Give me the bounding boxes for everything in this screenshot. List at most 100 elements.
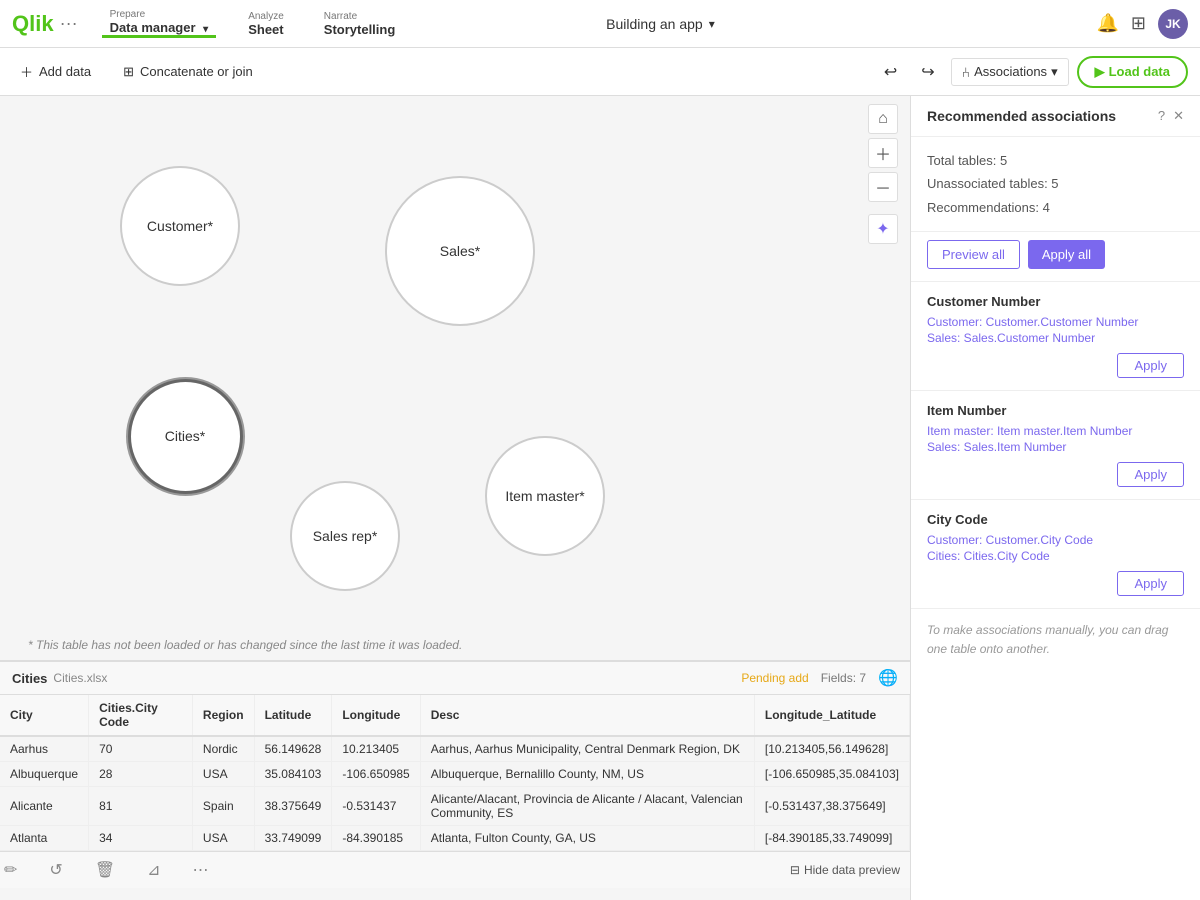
user-avatar[interactable]: JK — [1158, 9, 1188, 39]
apply-all-button[interactable]: Apply all — [1028, 240, 1105, 269]
associations-icon: ⑃ — [962, 64, 970, 80]
table-cell-col4: -0.531437 — [332, 787, 420, 826]
nav-analyze-main: Sheet — [248, 22, 284, 37]
table-cell-col4: -106.650985 — [332, 762, 420, 787]
hide-data-icon: ⊟ — [790, 863, 800, 877]
nav-analyze[interactable]: Analyze Sheet — [240, 11, 292, 37]
notification-icon[interactable]: 🔔 — [1096, 13, 1118, 34]
table-cell-col3: 38.375649 — [254, 787, 332, 826]
nav-prepare[interactable]: Prepare Data manager ▾ — [102, 9, 217, 38]
panel-stats: Total tables: 5 Unassociated tables: 5 R… — [911, 137, 1200, 232]
nav-right-icons: 🔔 ⊞ JK — [1096, 9, 1188, 39]
table-cell-col2: USA — [192, 826, 254, 851]
nav-narrate-main: Storytelling — [324, 22, 396, 37]
table-cell-col4: -84.390185 — [332, 826, 420, 851]
table-cell-col2: Nordic — [192, 736, 254, 762]
table-cell-col1: 81 — [89, 787, 193, 826]
refresh-icon[interactable]: ↺ — [45, 856, 66, 884]
filter-icon[interactable]: ⊿ — [143, 856, 164, 884]
associations-button[interactable]: ⑃ Associations ▾ — [951, 58, 1069, 86]
rec-title-rec1: Customer Number — [927, 294, 1184, 309]
col-longitude: Longitude — [332, 695, 420, 736]
pending-add-label: Pending add — [741, 671, 808, 685]
unassociated-tables-stat: Unassociated tables: 5 — [927, 172, 1184, 195]
bubble-cities[interactable]: Cities* — [128, 379, 243, 494]
right-panel: Recommended associations ? ✕ Total table… — [910, 96, 1200, 900]
load-data-button[interactable]: ▶ Load data — [1077, 56, 1188, 88]
main-toolbar: ＋ Add data ⊞ Concatenate or join ↩ ↪ ⑃ A… — [0, 48, 1200, 96]
zoom-controls: ⌂ ＋ － ✦ — [868, 104, 898, 244]
rec-card-rec2: Item Number Item master: Item master.Ite… — [911, 391, 1200, 500]
bubble-customer[interactable]: Customer* — [120, 166, 240, 286]
total-tables-stat: Total tables: 5 — [927, 149, 1184, 172]
table-cell-col0: Aarhus — [0, 736, 89, 762]
nav-narrate-sub: Narrate — [324, 11, 396, 22]
redo-button[interactable]: ↪ — [913, 58, 942, 86]
nav-prepare-sub: Prepare — [110, 9, 209, 20]
apply-button-rec1[interactable]: Apply — [1117, 353, 1184, 378]
table-cell-col0: Alicante — [0, 787, 89, 826]
rec-detail1-rec2: Item master: Item master.Item Number — [927, 424, 1184, 438]
canvas-section: Customer* Sales* Cities* Item master* Sales … — [0, 96, 910, 660]
col-latitude: Latitude — [254, 695, 332, 736]
cities-table: City Cities.City Code Region Latitude Lo… — [0, 695, 910, 851]
table-row[interactable]: Albuquerque28USA35.084103-106.650985Albu… — [0, 762, 910, 787]
bubble-sales-rep[interactable]: Sales rep* — [290, 481, 400, 591]
globe-icon[interactable]: 🌐 — [878, 668, 898, 688]
delete-icon[interactable]: 🗑 — [91, 856, 119, 884]
table-cell-col6: [-0.531437,38.375649] — [754, 787, 909, 826]
data-table-right-info: Pending add Fields: 7 🌐 — [741, 668, 898, 688]
concatenate-join-button[interactable]: ⊞ Concatenate or join — [115, 60, 261, 84]
grid-icon[interactable]: ⊞ — [1131, 13, 1146, 34]
add-data-button[interactable]: ＋ Add data — [12, 58, 99, 85]
table-cell-col3: 33.749099 — [254, 826, 332, 851]
rec-title-rec3: City Code — [927, 512, 1184, 527]
table-cell-col2: Spain — [192, 787, 254, 826]
more-options-icon[interactable]: ⋯ — [189, 856, 213, 884]
top-navigation: Qlik ··· Prepare Data manager ▾ Analyze … — [0, 0, 1200, 48]
apply-button-rec2[interactable]: Apply — [1117, 462, 1184, 487]
nav-prepare-main: Data manager ▾ — [110, 20, 209, 35]
rec-card-rec1: Customer Number Customer: Customer.Custo… — [911, 282, 1200, 391]
table-cell-col5: Albuquerque, Bernalillo County, NM, US — [420, 762, 754, 787]
bubble-sales[interactable]: Sales* — [385, 176, 535, 326]
table-cell-col5: Aarhus, Aarhus Municipality, Central Den… — [420, 736, 754, 762]
table-cell-col2: USA — [192, 762, 254, 787]
magic-wand-button[interactable]: ✦ — [868, 214, 898, 244]
table-cell-col0: Albuquerque — [0, 762, 89, 787]
canvas-bubbles-area: Customer* Sales* Cities* Item master* Sales … — [0, 96, 910, 660]
zoom-in-button[interactable]: ＋ — [868, 138, 898, 168]
table-row[interactable]: Aarhus70Nordic56.14962810.213405Aarhus, … — [0, 736, 910, 762]
edit-pencil-icon[interactable]: ✏ — [0, 856, 21, 884]
col-region: Region — [192, 695, 254, 736]
table-cell-col5: Alicante/Alacant, Provincia de Alicante … — [420, 787, 754, 826]
concatenate-icon: ⊞ — [123, 64, 134, 80]
col-city-code: Cities.City Code — [89, 695, 193, 736]
table-row[interactable]: Atlanta34USA33.749099-84.390185Atlanta, … — [0, 826, 910, 851]
rec-detail2-rec3: Cities: Cities.City Code — [927, 549, 1184, 563]
qlik-menu-dots[interactable]: ··· — [60, 13, 78, 34]
bubble-item-master[interactable]: Item master* — [485, 436, 605, 556]
close-panel-icon[interactable]: ✕ — [1173, 108, 1184, 124]
undo-button[interactable]: ↩ — [876, 58, 905, 86]
data-table-scroll[interactable]: City Cities.City Code Region Latitude Lo… — [0, 695, 910, 851]
hide-data-preview-button[interactable]: ⊟ Hide data preview — [780, 859, 910, 881]
qlik-logo-text: Qlik — [12, 11, 54, 37]
help-icon[interactable]: ? — [1158, 108, 1165, 124]
rec-detail1-rec1: Customer: Customer.Customer Number — [927, 315, 1184, 329]
main-content: Customer* Sales* Cities* Item master* Sales … — [0, 96, 910, 900]
table-cell-col1: 34 — [89, 826, 193, 851]
toolbar-right-actions: ↩ ↪ ⑃ Associations ▾ ▶ Load data — [876, 56, 1188, 88]
home-zoom-button[interactable]: ⌂ — [868, 104, 898, 134]
recommendations-container: Customer Number Customer: Customer.Custo… — [911, 282, 1200, 609]
rec-detail1-rec3: Customer: Customer.City Code — [927, 533, 1184, 547]
col-longitude-latitude: Longitude_Latitude — [754, 695, 909, 736]
panel-header-icons: ? ✕ — [1158, 108, 1184, 124]
preview-all-button[interactable]: Preview all — [927, 240, 1020, 269]
plus-icon: ＋ — [20, 62, 33, 81]
qlik-logo[interactable]: Qlik ··· — [12, 11, 78, 37]
nav-narrate[interactable]: Narrate Storytelling — [316, 11, 404, 37]
table-row[interactable]: Alicante81Spain38.375649-0.531437Alicant… — [0, 787, 910, 826]
zoom-out-button[interactable]: － — [868, 172, 898, 202]
apply-button-rec3[interactable]: Apply — [1117, 571, 1184, 596]
